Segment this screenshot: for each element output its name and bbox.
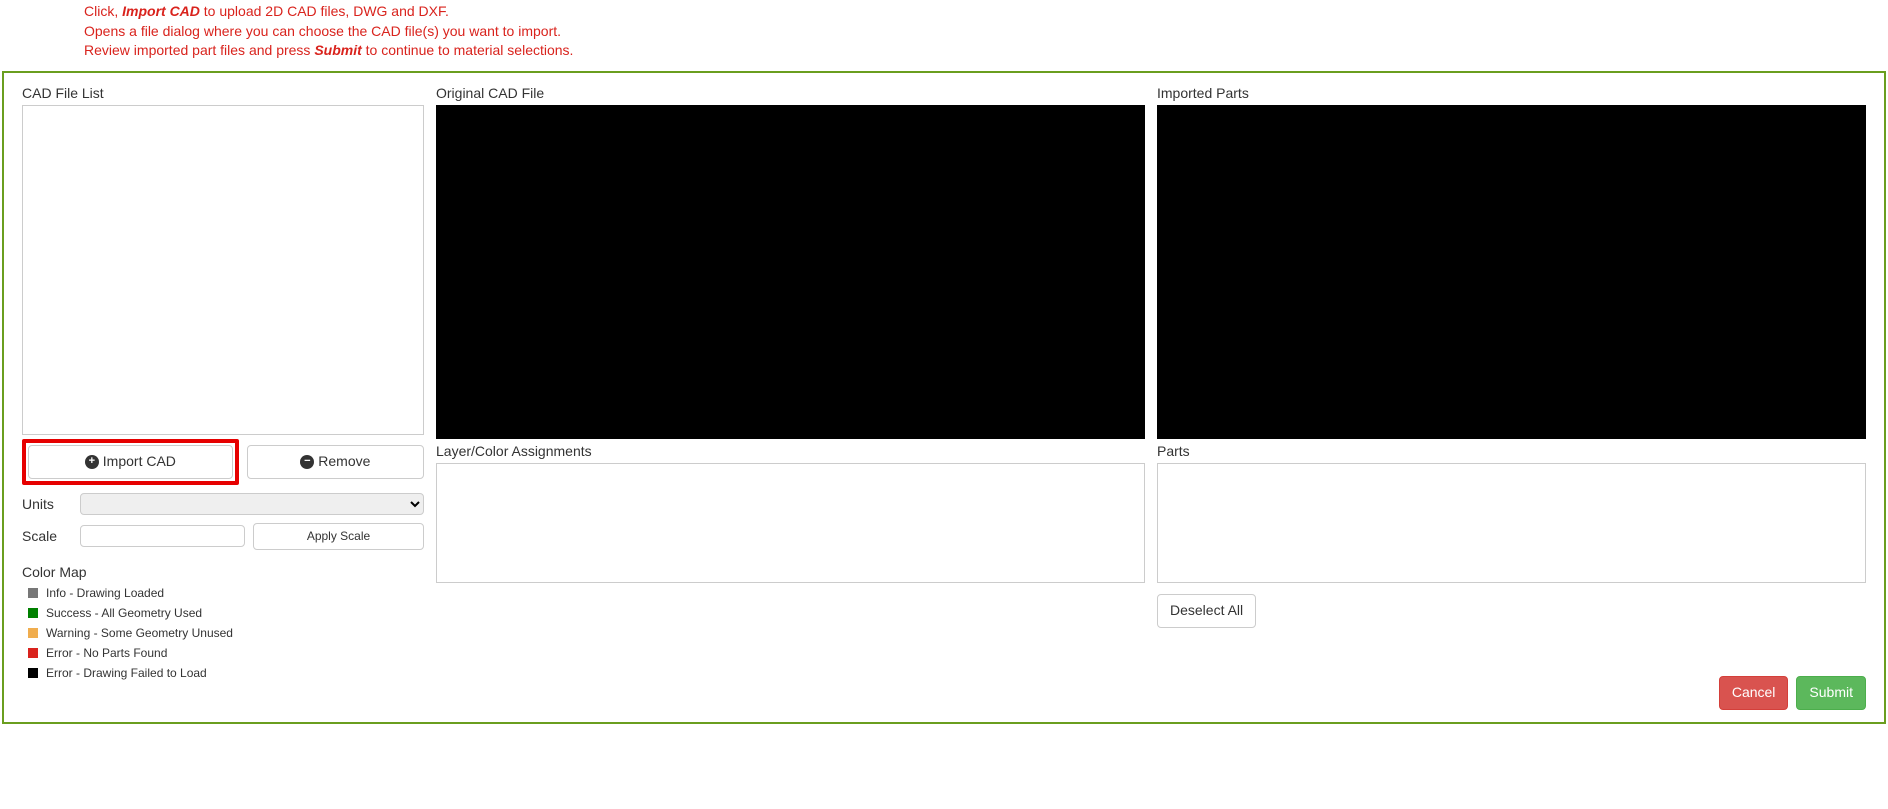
cad-file-listbox[interactable] (22, 105, 424, 435)
cad-file-list-title: CAD File List (22, 85, 424, 101)
import-cad-button[interactable]: Import CAD (28, 445, 233, 479)
instructions: Click, Import CAD to upload 2D CAD files… (0, 0, 1888, 71)
legend-warning: Warning - Some Geometry Unused (28, 626, 424, 640)
import-cad-highlight: Import CAD (22, 439, 239, 485)
legend-error-failed: Error - Drawing Failed to Load (28, 666, 424, 680)
deselect-all-button[interactable]: Deselect All (1157, 594, 1256, 628)
button-label: Import CAD (103, 452, 176, 472)
parts-title: Parts (1157, 443, 1866, 459)
swatch-error2-icon (28, 668, 38, 678)
parts-panel[interactable] (1157, 463, 1866, 583)
swatch-success-icon (28, 608, 38, 618)
button-label: Deselect All (1170, 601, 1243, 621)
legend-label: Error - No Parts Found (46, 646, 167, 660)
text: to upload 2D CAD files, DWG and DXF. (200, 3, 449, 19)
original-cad-viewer[interactable] (436, 105, 1145, 439)
left-column: CAD File List Import CAD Remove Units (22, 85, 424, 686)
text: Click, (84, 3, 122, 19)
button-label: Cancel (1732, 683, 1776, 703)
swatch-info-icon (28, 588, 38, 598)
units-label: Units (22, 496, 72, 512)
layer-assignments-panel[interactable] (436, 463, 1145, 583)
button-label: Submit (1809, 683, 1853, 703)
layer-assignments-title: Layer/Color Assignments (436, 443, 1145, 459)
legend-label: Info - Drawing Loaded (46, 586, 164, 600)
button-label: Remove (318, 452, 370, 472)
imported-parts-title: Imported Parts (1157, 85, 1866, 101)
legend-error-noparts: Error - No Parts Found (28, 646, 424, 660)
minus-circle-icon (300, 455, 314, 469)
plus-circle-icon (85, 455, 99, 469)
legend-info: Info - Drawing Loaded (28, 586, 424, 600)
scale-input[interactable] (80, 525, 245, 547)
button-label: Apply Scale (307, 528, 370, 545)
middle-column: Original CAD File Layer/Color Assignment… (436, 85, 1145, 686)
right-column: Imported Parts Parts Deselect All (1157, 85, 1866, 686)
submit-button[interactable]: Submit (1796, 676, 1866, 710)
swatch-warning-icon (28, 628, 38, 638)
instruction-line-3: Review imported part files and press Sub… (84, 41, 1888, 61)
legend-label: Error - Drawing Failed to Load (46, 666, 207, 680)
main-frame: CAD File List Import CAD Remove Units (2, 71, 1886, 724)
text: Review imported part files and press (84, 42, 314, 58)
units-select[interactable] (80, 493, 424, 515)
apply-scale-button[interactable]: Apply Scale (253, 523, 424, 550)
remove-button[interactable]: Remove (247, 445, 424, 479)
legend-label: Warning - Some Geometry Unused (46, 626, 233, 640)
imported-parts-viewer[interactable] (1157, 105, 1866, 439)
instruction-line-1: Click, Import CAD to upload 2D CAD files… (84, 2, 1888, 22)
legend-success: Success - All Geometry Used (28, 606, 424, 620)
original-cad-title: Original CAD File (436, 85, 1145, 101)
text-bold: Import CAD (122, 3, 200, 19)
scale-label: Scale (22, 528, 72, 544)
text: to continue to material selections. (362, 42, 574, 58)
legend-label: Success - All Geometry Used (46, 606, 202, 620)
footer-actions: Cancel Submit (1719, 676, 1866, 710)
instruction-line-2: Opens a file dialog where you can choose… (84, 22, 1888, 42)
swatch-error-icon (28, 648, 38, 658)
text-bold: Submit (314, 42, 361, 58)
color-map-title: Color Map (22, 564, 424, 580)
cancel-button[interactable]: Cancel (1719, 676, 1789, 710)
